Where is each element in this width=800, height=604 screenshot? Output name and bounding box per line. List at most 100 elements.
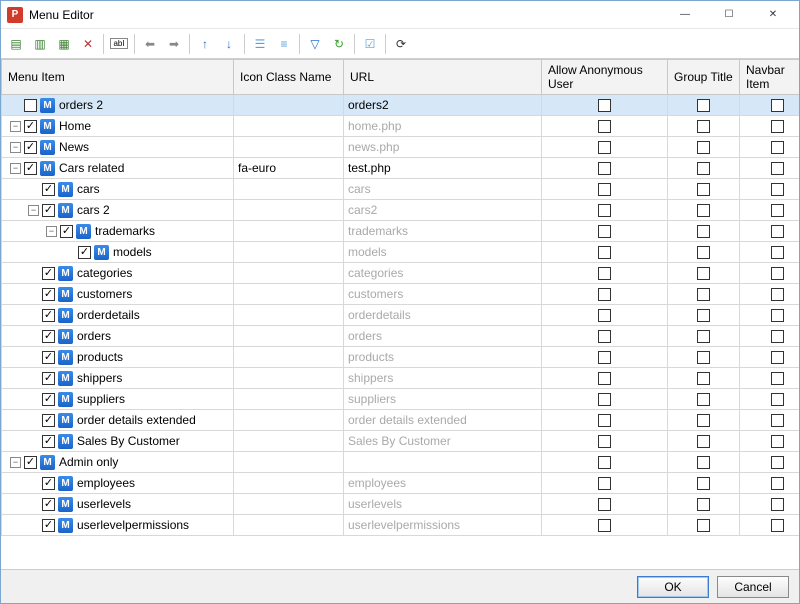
row-checkbox[interactable]	[24, 99, 37, 112]
cell-group-checkbox[interactable]	[697, 414, 710, 427]
cell-allow-checkbox[interactable]	[598, 267, 611, 280]
row-checkbox[interactable]	[42, 414, 55, 427]
col-group-title[interactable]: Group Title	[668, 60, 740, 95]
cell-group-checkbox[interactable]	[697, 498, 710, 511]
collapse-toggle-icon[interactable]: −	[28, 205, 39, 216]
cell-url[interactable]: orders2	[344, 95, 542, 116]
tool-move-up[interactable]: ↑	[194, 33, 216, 55]
cell-nav-checkbox[interactable]	[771, 162, 784, 175]
minimize-button[interactable]: —	[663, 3, 707, 27]
ok-button[interactable]: OK	[637, 576, 709, 598]
row-checkbox[interactable]	[24, 162, 37, 175]
cell-icon-class[interactable]	[234, 410, 344, 431]
cell-icon-class[interactable]	[234, 494, 344, 515]
cell-icon-class[interactable]	[234, 368, 344, 389]
cell-nav-checkbox[interactable]	[771, 519, 784, 532]
table-row[interactable]: Mcarscars	[2, 179, 800, 200]
collapse-toggle-icon[interactable]: −	[46, 226, 57, 237]
cell-allow-checkbox[interactable]	[598, 477, 611, 490]
cell-nav-checkbox[interactable]	[771, 414, 784, 427]
cell-group-checkbox[interactable]	[697, 435, 710, 448]
cell-icon-class[interactable]	[234, 389, 344, 410]
cell-url[interactable]: customers	[344, 284, 542, 305]
tool-toggle-all[interactable]: ☑	[359, 33, 381, 55]
cell-icon-class[interactable]	[234, 515, 344, 536]
cell-group-checkbox[interactable]	[697, 120, 710, 133]
row-checkbox[interactable]	[24, 120, 37, 133]
cell-nav-checkbox[interactable]	[771, 288, 784, 301]
cell-allow-checkbox[interactable]	[598, 246, 611, 259]
cell-allow-checkbox[interactable]	[598, 99, 611, 112]
cell-url[interactable]: categories	[344, 263, 542, 284]
cell-allow-checkbox[interactable]	[598, 141, 611, 154]
cell-nav-checkbox[interactable]	[771, 120, 784, 133]
cell-url[interactable]: home.php	[344, 116, 542, 137]
cell-allow-checkbox[interactable]	[598, 204, 611, 217]
menu-tree-table[interactable]: Menu Item Icon Class Name URL Allow Anon…	[1, 59, 799, 536]
cell-allow-checkbox[interactable]	[598, 414, 611, 427]
cell-group-checkbox[interactable]	[697, 267, 710, 280]
table-row[interactable]: Msupplierssuppliers	[2, 389, 800, 410]
row-checkbox[interactable]	[42, 372, 55, 385]
cell-nav-checkbox[interactable]	[771, 372, 784, 385]
cell-group-checkbox[interactable]	[697, 477, 710, 490]
cell-icon-class[interactable]	[234, 305, 344, 326]
cell-nav-checkbox[interactable]	[771, 141, 784, 154]
col-allow-anon[interactable]: Allow Anonymous User	[542, 60, 668, 95]
cell-group-checkbox[interactable]	[697, 183, 710, 196]
cell-icon-class[interactable]	[234, 95, 344, 116]
cell-allow-checkbox[interactable]	[598, 288, 611, 301]
cell-group-checkbox[interactable]	[697, 204, 710, 217]
cell-icon-class[interactable]	[234, 473, 344, 494]
table-row[interactable]: Muserlevelsuserlevels	[2, 494, 800, 515]
row-checkbox[interactable]	[42, 393, 55, 406]
cell-group-checkbox[interactable]	[697, 519, 710, 532]
cell-url[interactable]: employees	[344, 473, 542, 494]
cell-icon-class[interactable]	[234, 284, 344, 305]
cell-allow-checkbox[interactable]	[598, 162, 611, 175]
collapse-toggle-icon[interactable]: −	[10, 457, 21, 468]
cell-group-checkbox[interactable]	[697, 246, 710, 259]
cell-icon-class[interactable]	[234, 452, 344, 473]
cell-url[interactable]: userlevels	[344, 494, 542, 515]
tool-outdent[interactable]: ⬅	[139, 33, 161, 55]
cell-group-checkbox[interactable]	[697, 288, 710, 301]
row-checkbox[interactable]	[78, 246, 91, 259]
table-row[interactable]: Mcustomerscustomers	[2, 284, 800, 305]
cell-url[interactable]: shippers	[344, 368, 542, 389]
cell-url[interactable]: cars2	[344, 200, 542, 221]
cell-url[interactable]: order details extended	[344, 410, 542, 431]
cell-nav-checkbox[interactable]	[771, 498, 784, 511]
close-button[interactable]: ✕	[751, 3, 795, 27]
table-row[interactable]: Mordersorders	[2, 326, 800, 347]
cell-group-checkbox[interactable]	[697, 456, 710, 469]
cell-allow-checkbox[interactable]	[598, 393, 611, 406]
cell-nav-checkbox[interactable]	[771, 393, 784, 406]
cell-url[interactable]: trademarks	[344, 221, 542, 242]
maximize-button[interactable]: ☐	[707, 3, 751, 27]
cell-icon-class[interactable]	[234, 431, 344, 452]
tool-delete[interactable]: ✕	[77, 33, 99, 55]
row-checkbox[interactable]	[42, 309, 55, 322]
cell-allow-checkbox[interactable]	[598, 351, 611, 364]
cell-allow-checkbox[interactable]	[598, 498, 611, 511]
col-navbar-item[interactable]: Navbar Item	[740, 60, 800, 95]
tool-add-sibling[interactable]: ▥	[29, 33, 51, 55]
tool-indent[interactable]: ➡	[163, 33, 185, 55]
cell-url[interactable]	[344, 452, 542, 473]
row-checkbox[interactable]	[42, 204, 55, 217]
cell-icon-class[interactable]	[234, 326, 344, 347]
cell-url[interactable]: cars	[344, 179, 542, 200]
table-row[interactable]: Morder details extendedorder details ext…	[2, 410, 800, 431]
tool-import[interactable]: ↻	[328, 33, 350, 55]
cell-url[interactable]: userlevelpermissions	[344, 515, 542, 536]
collapse-toggle-icon[interactable]: −	[10, 121, 21, 132]
cell-allow-checkbox[interactable]	[598, 372, 611, 385]
cell-nav-checkbox[interactable]	[771, 456, 784, 469]
table-row[interactable]: Muserlevelpermissionsuserlevelpermission…	[2, 515, 800, 536]
cell-nav-checkbox[interactable]	[771, 309, 784, 322]
row-checkbox[interactable]	[24, 456, 37, 469]
collapse-toggle-icon[interactable]: −	[10, 142, 21, 153]
table-row[interactable]: −MAdmin only	[2, 452, 800, 473]
cell-icon-class[interactable]	[234, 137, 344, 158]
